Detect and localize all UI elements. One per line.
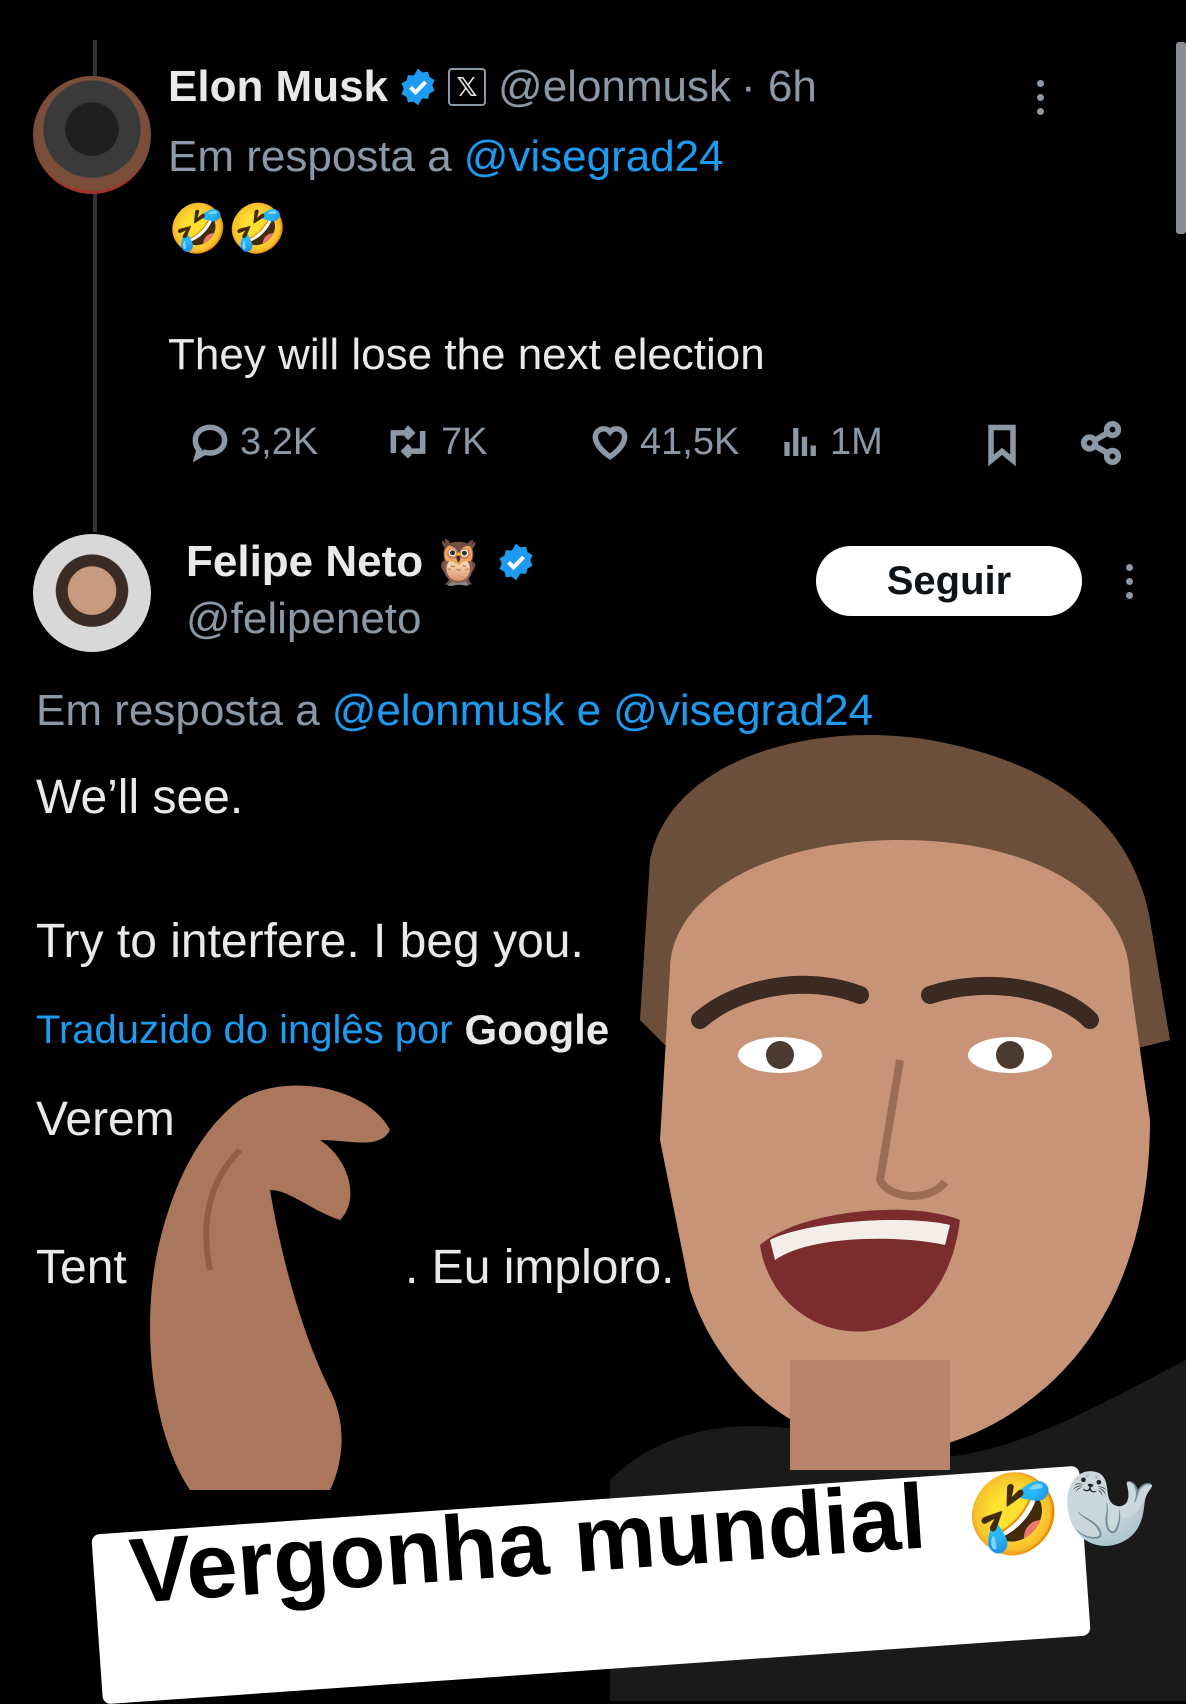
reply-join: e xyxy=(576,686,602,735)
reply-count: 3,2K xyxy=(240,420,319,463)
caption-emoji: 🤣🦭 xyxy=(962,1460,1163,1562)
verified-badge-icon xyxy=(499,543,533,581)
verified-badge-icon xyxy=(401,68,435,106)
x-affiliate-icon: 𝕏 xyxy=(448,68,487,106)
like-count: 41,5K xyxy=(640,420,740,463)
tweet1-time[interactable]: · 6h xyxy=(741,62,817,112)
reply-mention-link[interactable]: @visegrad24 xyxy=(464,132,724,182)
like-button[interactable]: 41,5K xyxy=(588,420,739,464)
tweet1-header: Elon Musk 𝕏 @elonmusk · 6h xyxy=(168,62,817,112)
heart-icon xyxy=(592,426,628,460)
scrollbar[interactable] xyxy=(1176,42,1186,234)
reply-button[interactable]: 3,2K xyxy=(188,420,318,464)
follow-button[interactable]: Seguir xyxy=(816,546,1082,616)
creator-hand xyxy=(150,1085,390,1490)
translation-attribution: Traduzido do inglês por Google xyxy=(36,1006,609,1054)
repost-count: 7K xyxy=(441,420,488,463)
view-count: 1M xyxy=(830,420,883,463)
reply-mention-link-1[interactable]: @elonmusk xyxy=(332,686,565,736)
tweet1-more-icon[interactable] xyxy=(1037,80,1045,115)
owl-emoji: 🦉 xyxy=(431,538,486,587)
translated-text-line2a: Tent xyxy=(36,1241,127,1294)
views-button[interactable]: 1M xyxy=(780,420,883,464)
tweet1-reply-context: Em resposta a @visegrad24 xyxy=(168,132,724,182)
avatar-felipe[interactable] xyxy=(33,534,151,652)
reply-icon xyxy=(192,424,228,463)
tweet2-text-line1: We’ll see. xyxy=(36,771,244,824)
translated-by-link[interactable]: Traduzido do inglês por xyxy=(36,1008,453,1053)
tweet1-emoji-line: 🤣🤣 xyxy=(168,203,288,256)
tweet1-author-name[interactable]: Elon Musk xyxy=(168,62,388,112)
bookmark-button[interactable] xyxy=(980,420,1024,468)
share-button[interactable] xyxy=(1078,420,1124,466)
tweet2-author-name[interactable]: Felipe Neto xyxy=(186,537,423,587)
tweet2-header: Felipe Neto 🦉 xyxy=(186,536,546,588)
tweet2-handle-row: @felipeneto xyxy=(186,594,422,644)
share-icon xyxy=(1080,420,1122,466)
tweet1-text: They will lose the next election xyxy=(168,330,765,379)
tweet2-more-icon[interactable] xyxy=(1126,564,1134,599)
google-wordmark: Google xyxy=(464,1006,610,1053)
repost-button[interactable]: 7K xyxy=(383,420,487,464)
reply-prefix: Em resposta a xyxy=(168,132,452,181)
views-icon xyxy=(784,428,816,456)
reply-prefix: Em resposta a xyxy=(36,686,320,735)
tweet1-handle[interactable]: @elonmusk xyxy=(498,62,731,112)
repost-icon xyxy=(390,425,426,459)
avatar-elon[interactable] xyxy=(33,76,151,194)
bookmark-icon xyxy=(988,424,1016,467)
tweet2-handle[interactable]: @felipeneto xyxy=(186,594,422,644)
tweet2-text-line2: Try to interfere. I beg you. xyxy=(36,915,584,968)
